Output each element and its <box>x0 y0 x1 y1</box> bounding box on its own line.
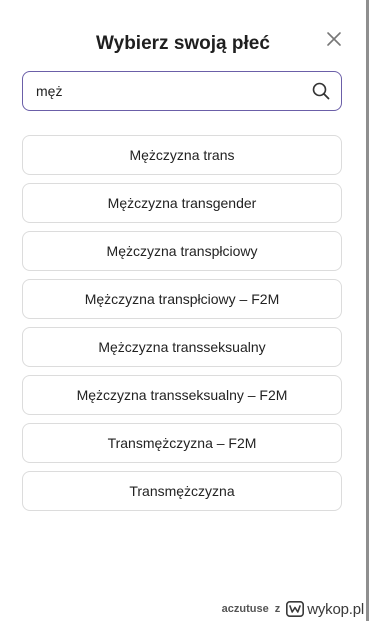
option-item[interactable]: Mężczyzna transgender <box>22 183 342 223</box>
wykop-logo-icon <box>286 601 305 617</box>
option-item[interactable]: Mężczyzna transseksualny – F2M <box>22 375 342 415</box>
close-icon[interactable] <box>324 29 344 49</box>
option-item[interactable]: Mężczyzna transseksualny <box>22 327 342 367</box>
footer-separator: z <box>274 603 281 615</box>
footer-logo-text: wykop.pl <box>307 600 364 618</box>
footer-author: aczutuse <box>221 603 269 615</box>
gender-select-dialog: Wybierz swoją płeć Mężczyzna trans Mężcz… <box>0 3 366 597</box>
watermark-footer: aczutuse z wykop.pl <box>213 597 366 621</box>
dialog-title: Wybierz swoją płeć <box>96 33 270 54</box>
option-item[interactable]: Mężczyzna trans <box>22 135 342 175</box>
search-icon[interactable] <box>311 81 331 101</box>
option-item[interactable]: Mężczyzna transpłciowy – F2M <box>22 279 342 319</box>
option-item[interactable]: Mężczyzna transpłciowy <box>22 231 342 271</box>
search-input[interactable] <box>36 72 296 109</box>
option-item[interactable]: Transmężczyzna – F2M <box>22 423 342 463</box>
option-item[interactable]: Transmężczyzna <box>22 471 342 511</box>
search-field[interactable] <box>22 71 342 111</box>
gender-options-list: Mężczyzna trans Mężczyzna transgender Mę… <box>22 135 342 519</box>
close-button[interactable] <box>324 29 344 49</box>
